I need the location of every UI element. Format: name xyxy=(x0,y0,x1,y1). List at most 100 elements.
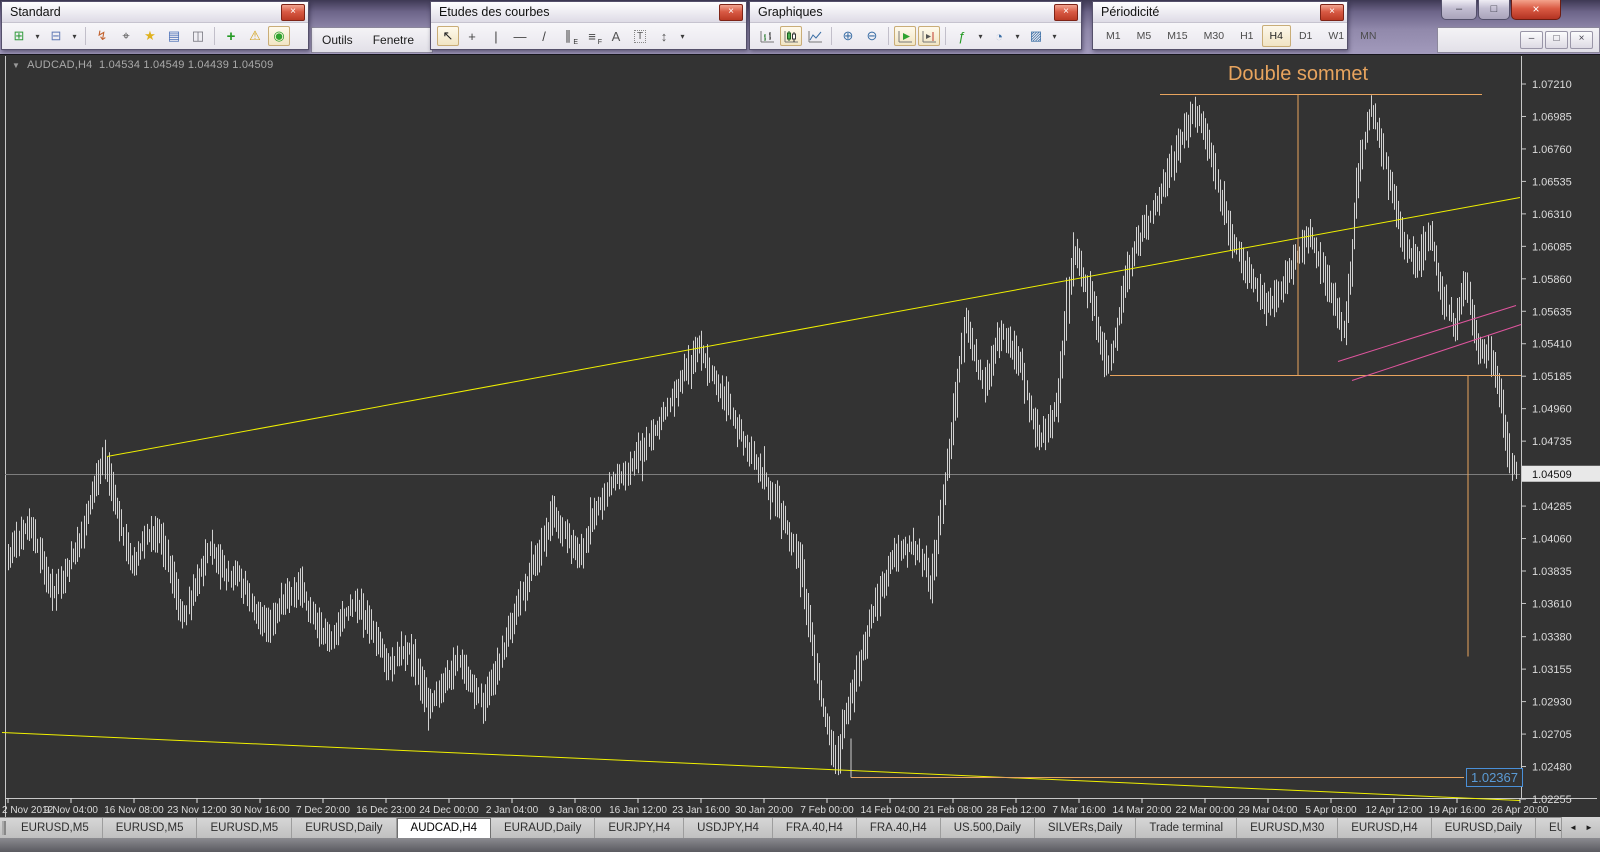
svg-text:1.05185: 1.05185 xyxy=(1532,371,1572,383)
period-button-h4[interactable]: H4 xyxy=(1262,25,1291,47)
svg-text:1.02705: 1.02705 xyxy=(1532,729,1572,741)
tab-scroll-left-icon[interactable]: ◄ xyxy=(1569,823,1577,832)
child-restore-button[interactable]: □ xyxy=(1545,31,1568,49)
text-label-icon[interactable]: T xyxy=(629,26,651,46)
child-close-button[interactable]: × xyxy=(1570,31,1593,49)
crosshair-icon[interactable]: ⌖ xyxy=(115,26,137,46)
period-button-m30[interactable]: M30 xyxy=(1196,25,1232,47)
chart-menu-icon[interactable]: ▼ xyxy=(12,61,20,70)
period-button-m5[interactable]: M5 xyxy=(1129,25,1160,47)
svg-text:1.04509: 1.04509 xyxy=(1532,469,1572,481)
chart-tab-eurusd-m5[interactable]: EURUSD,M5 xyxy=(8,818,103,838)
zoom-out-icon[interactable]: ⊖ xyxy=(861,26,883,46)
tick-chart-icon[interactable]: ↯ xyxy=(91,26,113,46)
period-button-m15[interactable]: M15 xyxy=(1159,25,1195,47)
vertical-line-icon[interactable]: | xyxy=(485,26,507,46)
text-icon[interactable]: A xyxy=(605,26,627,46)
close-button[interactable]: × xyxy=(1511,0,1561,20)
caret-down-icon[interactable]: ▾ xyxy=(1012,26,1023,46)
templates-icon[interactable]: ▨ xyxy=(1025,26,1047,46)
maximize-button[interactable]: □ xyxy=(1478,0,1510,20)
svg-text:14 Feb 04:00: 14 Feb 04:00 xyxy=(861,805,920,816)
close-icon[interactable]: × xyxy=(281,4,305,21)
svg-text:1.06310: 1.06310 xyxy=(1532,209,1572,221)
chart-tab-trade-terminal[interactable]: Trade terminal xyxy=(1136,818,1237,838)
chart-tab-fra-40-h4[interactable]: FRA.40,H4 xyxy=(857,818,941,838)
new-chart-icon[interactable]: ⊞ xyxy=(8,26,30,46)
autotrading-icon[interactable]: ◉ xyxy=(268,26,290,46)
line-chart-icon[interactable] xyxy=(804,26,826,46)
menu-fenetre[interactable]: Fenetre xyxy=(363,33,424,47)
chart-shift-icon[interactable] xyxy=(918,26,940,46)
svg-text:1.04285: 1.04285 xyxy=(1532,501,1572,513)
chart-tab-eurusd-daily[interactable]: EURUSD,Daily xyxy=(1432,818,1536,838)
chart-tab-audcad-h4[interactable]: AUDCAD,H4 xyxy=(397,818,491,838)
menu-outils[interactable]: Outils xyxy=(312,33,363,47)
toolbar-standard: Standard × ⊞▾⊟▾↯⌖★▤◫+⚠◉ xyxy=(1,1,309,50)
chart-tab-silvers-daily[interactable]: SILVERs,Daily xyxy=(1035,818,1137,838)
chart-tab-eurusd-m5[interactable]: EURUSD,M5 xyxy=(197,818,292,838)
tab-scroll-right-icon[interactable]: ► xyxy=(1585,823,1593,832)
child-minimize-button[interactable]: – xyxy=(1520,31,1543,49)
horizontal-line-icon[interactable]: — xyxy=(509,26,531,46)
caret-down-icon[interactable]: ▾ xyxy=(32,26,43,46)
close-icon[interactable]: × xyxy=(719,4,743,21)
toolbar-title: Etudes des courbes xyxy=(439,5,550,19)
chart-tab-eurusd-h4[interactable]: EURUSD,H4 xyxy=(1338,818,1431,838)
svg-text:1.03835: 1.03835 xyxy=(1532,566,1572,578)
target-price-label[interactable]: 1.02367 xyxy=(1466,768,1523,787)
crosshair-tool-icon[interactable]: + xyxy=(461,26,483,46)
chart-tab-eurjpy-h4[interactable]: EURJPY,H4 xyxy=(595,818,684,838)
indicators-icon[interactable]: ƒ xyxy=(951,26,973,46)
status-bar xyxy=(0,838,1600,852)
zoom-in-icon[interactable]: ⊕ xyxy=(837,26,859,46)
caret-down-icon[interactable]: ▾ xyxy=(975,26,986,46)
svg-text:1.06985: 1.06985 xyxy=(1532,111,1572,123)
svg-text:7 Feb 00:00: 7 Feb 00:00 xyxy=(800,805,854,816)
chart-tab-eurusd-m5[interactable]: EURUSD,M5 xyxy=(103,818,198,838)
new-order-icon[interactable]: + xyxy=(220,26,242,46)
favorites-icon[interactable]: ★ xyxy=(139,26,161,46)
arrows-icon[interactable]: ↕ xyxy=(653,26,675,46)
svg-text:1.05635: 1.05635 xyxy=(1532,306,1572,318)
caret-down-icon[interactable]: ▾ xyxy=(1049,26,1060,46)
caret-down-icon[interactable]: ▾ xyxy=(677,26,688,46)
cursor-icon[interactable]: ↖ xyxy=(437,26,459,46)
chart-tab-us-500-daily[interactable]: US.500,Daily xyxy=(941,818,1035,838)
period-button-w1[interactable]: W1 xyxy=(1320,25,1352,47)
period-button-d1[interactable]: D1 xyxy=(1291,25,1320,47)
period-button-h1[interactable]: H1 xyxy=(1232,25,1261,47)
period-button-mn[interactable]: MN xyxy=(1352,25,1384,47)
period-button-m1[interactable]: M1 xyxy=(1098,25,1129,47)
toolbar-separator xyxy=(85,27,86,45)
svg-text:1.05410: 1.05410 xyxy=(1532,339,1572,351)
fibonacci-icon[interactable]: ≡F xyxy=(581,26,603,46)
double-top-annotation[interactable]: Double sommet xyxy=(1208,63,1388,86)
chart-window[interactable]: 1.072101.069851.067601.065351.063101.060… xyxy=(0,54,1600,817)
candlestick-chart-icon[interactable] xyxy=(780,26,802,46)
svg-text:7 Dec 20:00: 7 Dec 20:00 xyxy=(296,805,350,816)
auto-scroll-icon[interactable] xyxy=(894,26,916,46)
menubar-fragment: Outils Fenetre xyxy=(311,27,433,53)
minimize-button[interactable]: – xyxy=(1441,0,1477,20)
chart-tab-usdjpy-h4[interactable]: USDJPY,H4 xyxy=(684,818,773,838)
equidistant-channel-icon[interactable]: ∥E xyxy=(557,26,579,46)
market-watch-icon[interactable]: ▤ xyxy=(163,26,185,46)
chart-tab-eurusd-daily[interactable]: EURUSD,Daily xyxy=(292,818,396,838)
caret-down-icon[interactable]: ▾ xyxy=(69,26,80,46)
chart-tab-eurusd-m30[interactable]: EURUSD,M30 xyxy=(1237,818,1338,838)
chart-tab-euraud-daily[interactable]: EURAUD,Daily xyxy=(491,818,595,838)
navigator-icon[interactable]: ◫ xyxy=(187,26,209,46)
profiles-icon[interactable]: ⊟ xyxy=(45,26,67,46)
periods-icon[interactable]: ◔ xyxy=(988,26,1010,46)
price-chart[interactable]: 1.072101.069851.067601.065351.063101.060… xyxy=(0,55,1600,818)
svg-text:21 Feb 08:00: 21 Feb 08:00 xyxy=(924,805,983,816)
close-icon[interactable]: × xyxy=(1320,4,1344,21)
toolbar-separator xyxy=(945,27,946,45)
svg-text:28 Feb 12:00: 28 Feb 12:00 xyxy=(987,805,1046,816)
close-icon[interactable]: × xyxy=(1054,4,1078,21)
trendline-icon[interactable]: / xyxy=(533,26,555,46)
bar-chart-icon[interactable] xyxy=(756,26,778,46)
chart-tab-fra-40-h4[interactable]: FRA.40,H4 xyxy=(773,818,857,838)
alerts-icon[interactable]: ⚠ xyxy=(244,26,266,46)
